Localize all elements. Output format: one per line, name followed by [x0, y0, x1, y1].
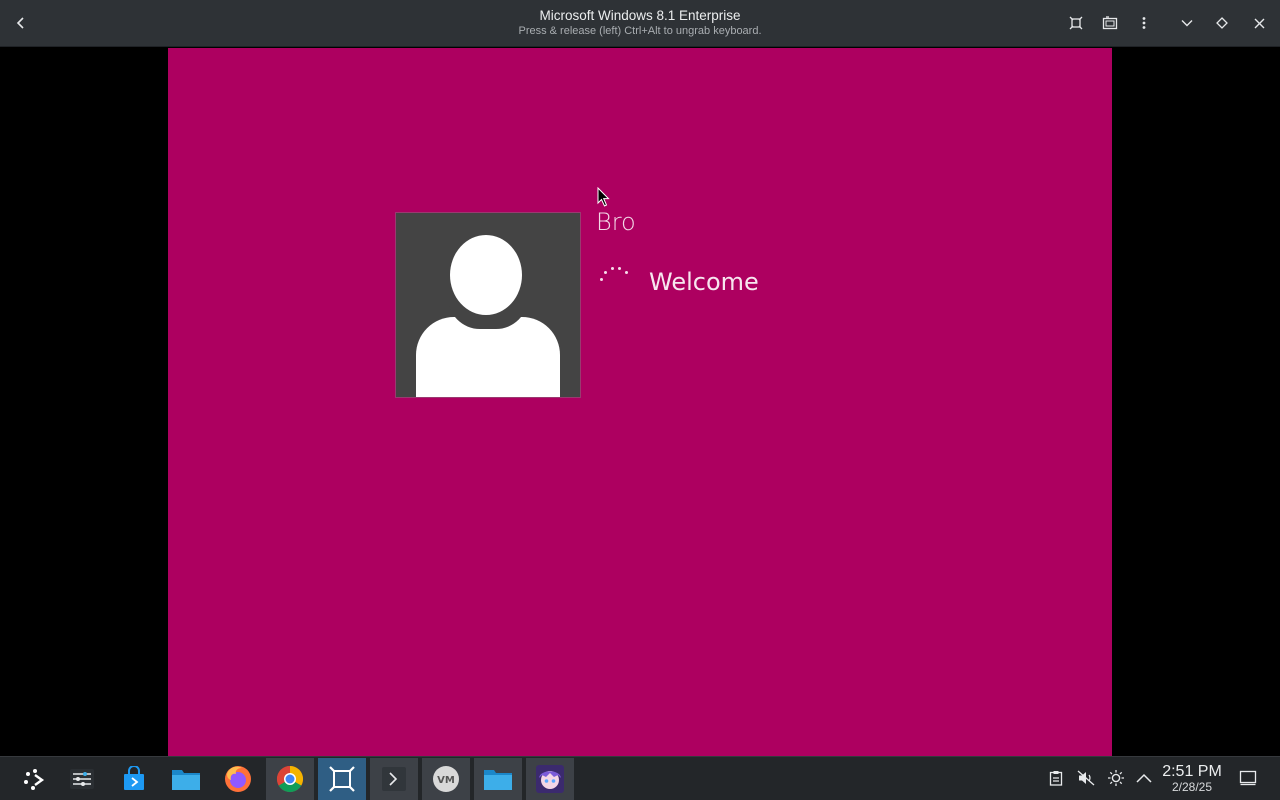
store-bag-icon[interactable]	[110, 758, 158, 800]
folder-icon[interactable]	[474, 758, 522, 800]
launcher-icon[interactable]	[10, 758, 58, 800]
taskbar: VM 2:51 PM 2/28/25	[0, 756, 1280, 800]
user-avatar	[395, 212, 581, 398]
folder-icon[interactable]	[162, 758, 210, 800]
desktop-icon[interactable]	[1237, 767, 1259, 789]
fit-screen-icon[interactable]	[1061, 8, 1091, 38]
minimize-icon[interactable]	[1172, 8, 1202, 38]
clock[interactable]: 2:51 PM 2/28/25	[1156, 764, 1228, 795]
terminal-icon[interactable]	[370, 758, 418, 800]
vm-icon[interactable]: VM	[422, 758, 470, 800]
clipboard-icon[interactable]	[1045, 767, 1067, 789]
window-titlebar: Microsoft Windows 8.1 Enterprise Press &…	[0, 0, 1280, 47]
clock-date: 2/28/25	[1171, 780, 1213, 794]
avatar-body-shape	[416, 317, 560, 397]
svg-text:VM: VM	[437, 775, 455, 786]
menu-icon[interactable]	[1129, 8, 1159, 38]
vm-display[interactable]: Bro Welcome	[168, 48, 1112, 756]
brightness-icon[interactable]	[1105, 767, 1127, 789]
firefox-icon[interactable]	[214, 758, 262, 800]
sliders-icon[interactable]	[58, 758, 106, 800]
vm-viewer-icon[interactable]	[318, 758, 366, 800]
mouse-cursor-icon	[597, 187, 610, 207]
screenshot-icon[interactable]	[1095, 8, 1125, 38]
close-icon[interactable]	[1244, 8, 1274, 38]
back-icon[interactable]	[6, 8, 36, 38]
user-name: Bro	[596, 208, 636, 236]
anime-avatar-icon[interactable]	[526, 758, 574, 800]
chrome-icon[interactable]	[266, 758, 314, 800]
welcome-status: Welcome	[649, 268, 759, 296]
clock-time: 2:51 PM	[1162, 763, 1222, 780]
volume-muted-icon[interactable]	[1075, 767, 1097, 789]
loading-spinner-icon	[598, 266, 634, 286]
float-icon[interactable]	[1207, 8, 1237, 38]
avatar-head-shape	[450, 235, 522, 315]
chevron-up-icon[interactable]	[1133, 767, 1155, 789]
